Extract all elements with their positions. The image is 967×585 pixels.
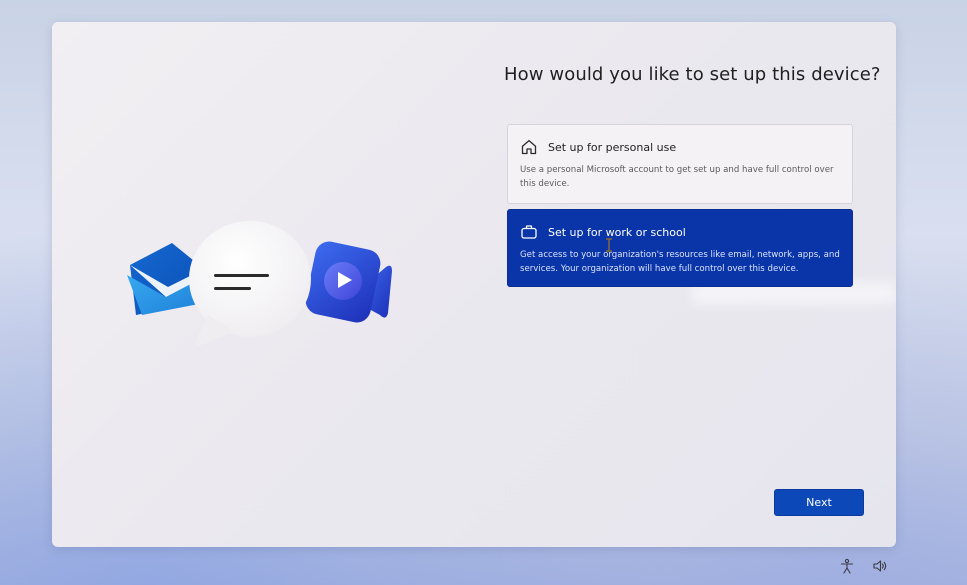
option-description: Get access to your organization's resour… <box>520 250 840 274</box>
page-title: How would you like to set up this device… <box>504 64 881 85</box>
briefcase-icon <box>521 225 537 239</box>
option-title: Set up for work or school <box>548 225 686 239</box>
volume-icon[interactable] <box>872 558 888 574</box>
next-button[interactable]: Next <box>774 489 864 516</box>
option-personal-use[interactable]: Set up for personal use Use a personal M… <box>507 124 853 204</box>
option-description: Use a personal Microsoft account to get … <box>520 165 834 189</box>
illustration <box>127 221 392 346</box>
accessibility-icon[interactable] <box>839 558 855 574</box>
setup-window: How would you like to set up this device… <box>52 22 896 547</box>
video-camera-icon <box>305 241 392 323</box>
option-title: Set up for personal use <box>548 140 677 154</box>
chat-bubble-icon <box>189 221 311 346</box>
option-work-or-school[interactable]: Set up for work or school Get access to … <box>507 209 853 287</box>
home-icon <box>521 139 537 155</box>
text-cursor-icon <box>606 238 612 252</box>
